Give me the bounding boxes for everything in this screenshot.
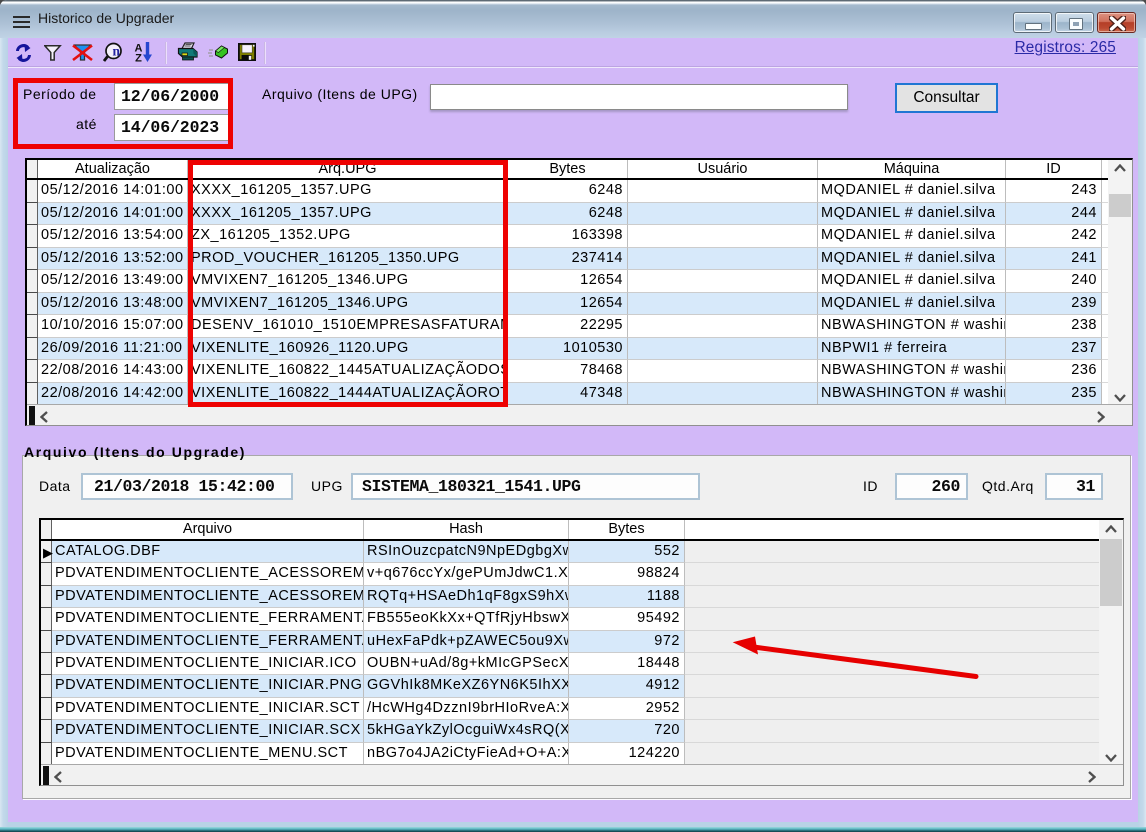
svg-text:Z: Z bbox=[135, 53, 142, 63]
svg-text:n: n bbox=[112, 44, 120, 59]
